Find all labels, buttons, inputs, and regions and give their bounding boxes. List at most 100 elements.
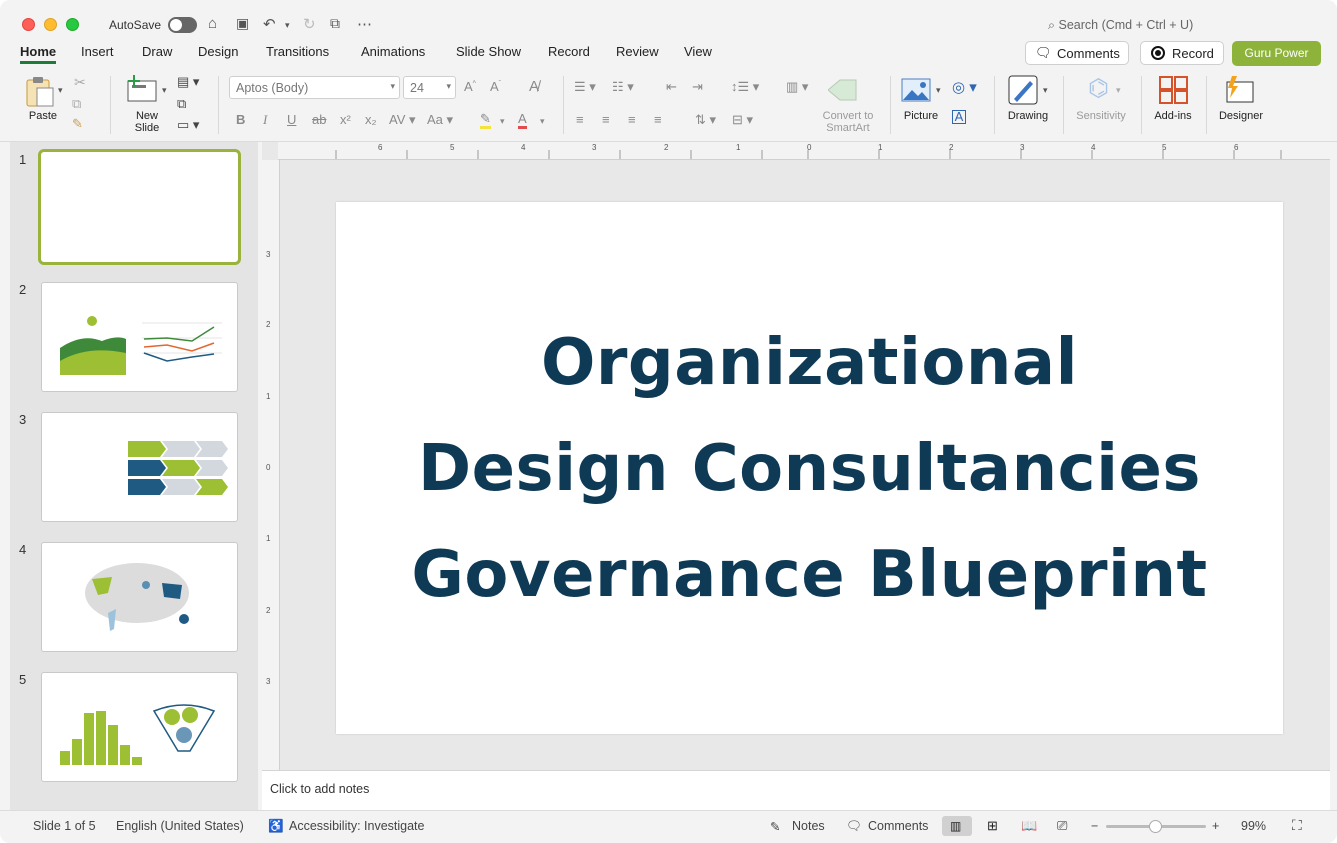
align-left-icon[interactable]: ≡ <box>576 112 584 127</box>
slide-thumbnail-1[interactable] <box>38 149 241 265</box>
record-button[interactable]: Record <box>1140 41 1224 65</box>
designer-icon[interactable] <box>1224 74 1256 104</box>
bullets-icon[interactable]: ☰ ▾ <box>574 79 596 95</box>
strikethrough-icon[interactable]: ab <box>312 112 326 127</box>
save-icon[interactable]: ▣ <box>236 15 249 32</box>
clear-formatting-icon[interactable]: A̸ <box>529 78 539 95</box>
close-window-button[interactable] <box>22 18 35 31</box>
sensitivity-icon[interactable]: ⌬ <box>1088 74 1109 103</box>
justify-icon[interactable]: ≡ <box>654 112 662 127</box>
bold-icon[interactable]: B <box>236 112 245 127</box>
font-color-icon[interactable]: A <box>518 112 527 129</box>
underline-icon[interactable]: U <box>287 112 296 127</box>
reset-icon[interactable]: ⧉ <box>177 96 186 112</box>
undo-icon[interactable]: ↶ <box>263 15 276 33</box>
line-spacing-icon[interactable]: ↕☰ ▾ <box>731 79 759 95</box>
notes-pane[interactable]: Click to add notes <box>262 770 1330 810</box>
copy-icon[interactable]: ⧉ <box>72 96 81 112</box>
section-icon[interactable]: ▭ ▾ <box>177 117 199 133</box>
comments-status-icon[interactable]: 🗨 <box>846 819 862 834</box>
comments-button[interactable]: 🗨 Comments <box>1025 41 1129 65</box>
reading-view-button[interactable]: 📖 <box>1014 816 1044 836</box>
fit-slide-icon[interactable]: ⛶ <box>1292 817 1302 834</box>
slideshow-view-button[interactable]: ⎚ <box>1050 816 1080 836</box>
undo-dropdown-icon[interactable]: ▾ <box>285 20 290 31</box>
highlight-dropdown-icon[interactable]: ▾ <box>500 116 505 127</box>
language-status[interactable]: English (United States) <box>116 819 244 833</box>
zoom-in-icon[interactable]: + <box>1212 819 1219 833</box>
cut-icon[interactable]: ✂ <box>74 74 86 91</box>
slide-thumbnail-5[interactable] <box>41 672 238 782</box>
zoom-window-button[interactable] <box>66 18 79 31</box>
search-box[interactable]: ⌕ Search (Cmd + Ctrl + U) <box>1048 18 1193 33</box>
tab-home[interactable]: Home <box>20 44 57 64</box>
increase-font-icon[interactable]: A^ <box>464 79 476 94</box>
columns-icon[interactable]: ▥ ▾ <box>786 79 808 95</box>
current-slide[interactable]: Organizational Design Consultancies Gove… <box>336 202 1283 734</box>
slide-thumbnail-4[interactable] <box>41 542 238 652</box>
shapes-icon[interactable]: ◎ ▾ <box>952 78 977 96</box>
numbering-icon[interactable]: ☷ ▾ <box>612 79 634 95</box>
drawing-dropdown-icon[interactable]: ▾ <box>1043 85 1048 96</box>
font-size-select[interactable]: 24 ▾ <box>403 76 456 99</box>
slide-thumbnail-2[interactable] <box>41 282 238 392</box>
drawing-icon[interactable] <box>1008 75 1040 105</box>
paste-icon[interactable] <box>24 74 56 108</box>
comments-toggle[interactable]: Comments <box>868 819 928 833</box>
font-color-dropdown-icon[interactable]: ▾ <box>540 116 545 127</box>
layout-icon[interactable]: ▤ ▾ <box>177 74 199 90</box>
tab-review[interactable]: Review <box>616 44 659 59</box>
accessibility-status[interactable]: Accessibility: Investigate <box>289 819 424 833</box>
paste-dropdown-icon[interactable]: ▾ <box>58 85 63 96</box>
zoom-slider[interactable] <box>1106 820 1206 833</box>
guru-power-button[interactable]: Guru Power <box>1232 41 1321 66</box>
subscript-icon[interactable]: x₂ <box>365 112 377 127</box>
more-icon[interactable]: ⋯ <box>357 15 372 33</box>
italic-icon[interactable]: I <box>263 112 267 128</box>
thumb-number: 1 <box>19 152 27 167</box>
slide-thumbnail-3[interactable] <box>41 412 238 522</box>
increase-indent-icon[interactable]: ⇥ <box>692 79 703 95</box>
zoom-out-icon[interactable]: − <box>1091 819 1098 833</box>
add-ins-icon[interactable] <box>1159 76 1189 104</box>
font-name-select[interactable]: Aptos (Body) ▾ <box>229 76 400 99</box>
superscript-icon[interactable]: x² <box>340 112 351 127</box>
slide-title[interactable]: Organizational Design Consultancies Gove… <box>336 310 1283 628</box>
minimize-window-button[interactable] <box>44 18 57 31</box>
autosave-toggle[interactable] <box>168 17 197 33</box>
new-slide-icon[interactable] <box>126 75 158 103</box>
decrease-font-icon[interactable]: Aˇ <box>490 79 501 94</box>
present-icon[interactable]: ⧉ <box>330 15 340 32</box>
smartart-icon[interactable] <box>828 78 858 102</box>
notes-toggle[interactable]: Notes <box>792 819 825 833</box>
zoom-level[interactable]: 99% <box>1241 819 1266 833</box>
align-right-icon[interactable]: ≡ <box>628 112 636 127</box>
picture-dropdown-icon[interactable]: ▾ <box>936 85 941 96</box>
home-icon[interactable]: ⌂ <box>208 15 217 32</box>
new-slide-dropdown-icon[interactable]: ▾ <box>162 85 167 96</box>
align-text-icon[interactable]: ⊟ ▾ <box>732 112 753 128</box>
tab-transitions[interactable]: Transitions <box>266 44 329 59</box>
tab-draw[interactable]: Draw <box>142 44 172 59</box>
highlight-icon[interactable]: ✎ <box>480 112 491 129</box>
zoom-slider-thumb[interactable] <box>1149 820 1162 833</box>
character-spacing-icon[interactable]: AV ▾ <box>389 112 416 128</box>
text-direction-icon[interactable]: ⇅ ▾ <box>695 112 716 128</box>
redo-icon[interactable]: ↻ <box>303 15 316 33</box>
tab-record[interactable]: Record <box>548 44 590 59</box>
tab-insert[interactable]: Insert <box>81 44 114 59</box>
tab-animations[interactable]: Animations <box>361 44 425 59</box>
picture-icon[interactable] <box>901 78 931 102</box>
format-painter-icon[interactable]: ✎ <box>72 116 83 132</box>
align-center-icon[interactable]: ≡ <box>602 112 610 127</box>
decrease-indent-icon[interactable]: ⇤ <box>666 79 677 95</box>
change-case-icon[interactable]: Aa ▾ <box>427 112 453 128</box>
normal-view-button[interactable]: ▥ <box>942 816 972 836</box>
textbox-icon[interactable]: A <box>952 110 966 124</box>
tab-design[interactable]: Design <box>198 44 238 59</box>
notes-icon[interactable]: ✎ <box>770 819 780 834</box>
sensitivity-dropdown-icon[interactable]: ▾ <box>1116 85 1121 96</box>
tab-view[interactable]: View <box>684 44 712 59</box>
slide-sorter-button[interactable]: ⊞ <box>980 816 1010 836</box>
tab-slide-show[interactable]: Slide Show <box>456 44 521 59</box>
